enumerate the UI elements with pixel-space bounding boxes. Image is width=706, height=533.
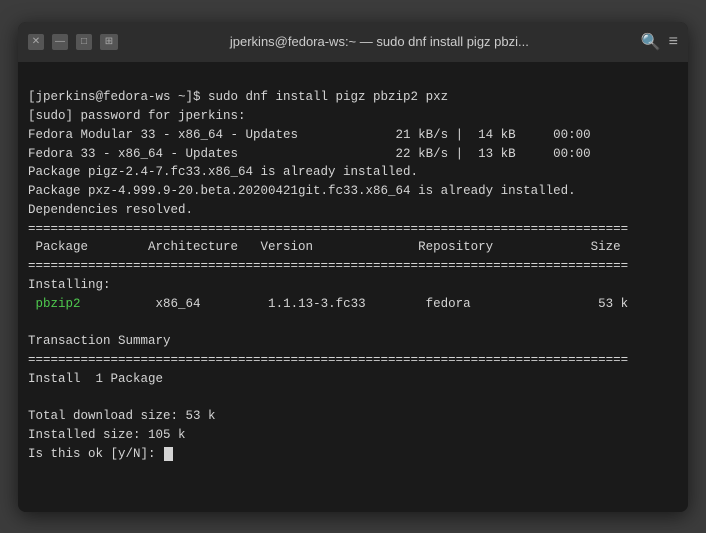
command-line: [jperkins@fedora-ws ~]$ sudo dnf install… <box>28 90 448 104</box>
cursor-blink <box>164 447 173 461</box>
pbzip2-name: pbzip2 <box>36 297 81 311</box>
deps-resolved: Dependencies resolved. <box>28 203 193 217</box>
minimize-button[interactable]: — <box>52 34 68 50</box>
maximize-button[interactable]: □ <box>76 34 92 50</box>
pigz-installed: Package pigz-2.4-7.fc33.x86_64 is alread… <box>28 165 418 179</box>
close-button[interactable]: ✕ <box>28 34 44 50</box>
terminal-output[interactable]: [jperkins@fedora-ws ~]$ sudo dnf install… <box>18 62 688 512</box>
window-controls: ✕ — □ ⊞ <box>28 34 118 50</box>
titlebar: ✕ — □ ⊞ jperkins@fedora-ws:~ — sudo dnf … <box>18 22 688 62</box>
sudo-prompt: [sudo] password for jperkins: <box>28 109 246 123</box>
window-title: jperkins@fedora-ws:~ — sudo dnf install … <box>118 34 641 49</box>
separator-3: ========================================… <box>28 353 628 367</box>
separator-2: ========================================… <box>28 259 628 273</box>
installed-size: Installed size: 105 k <box>28 428 186 442</box>
install-count: Install 1 Package <box>28 372 163 386</box>
titlebar-actions: 🔍 ≡ <box>641 32 678 52</box>
terminal-window: ✕ — □ ⊞ jperkins@fedora-ws:~ — sudo dnf … <box>18 22 688 512</box>
repo-line-1: Fedora Modular 33 - x86_64 - Updates 21 … <box>28 128 591 142</box>
repo-line-2: Fedora 33 - x86_64 - Updates 22 kB/s | 1… <box>28 147 591 161</box>
separator-1: ========================================… <box>28 222 628 236</box>
search-icon[interactable]: 🔍 <box>641 32 661 52</box>
prompt-line[interactable]: Is this ok [y/N]: <box>28 447 173 461</box>
table-header: Package Architecture Version Repository … <box>28 240 621 254</box>
pxz-installed: Package pxz-4.999.9-20.beta.20200421git.… <box>28 184 576 198</box>
installing-label: Installing: <box>28 278 111 292</box>
pbzip2-row: pbzip2 x86_64 1.1.13-3.fc33 fedora 53 k <box>28 297 628 311</box>
download-size: Total download size: 53 k <box>28 409 216 423</box>
menu-icon[interactable]: ≡ <box>669 33 678 51</box>
transaction-summary-label: Transaction Summary <box>28 334 171 348</box>
new-tab-button[interactable]: ⊞ <box>100 34 118 50</box>
